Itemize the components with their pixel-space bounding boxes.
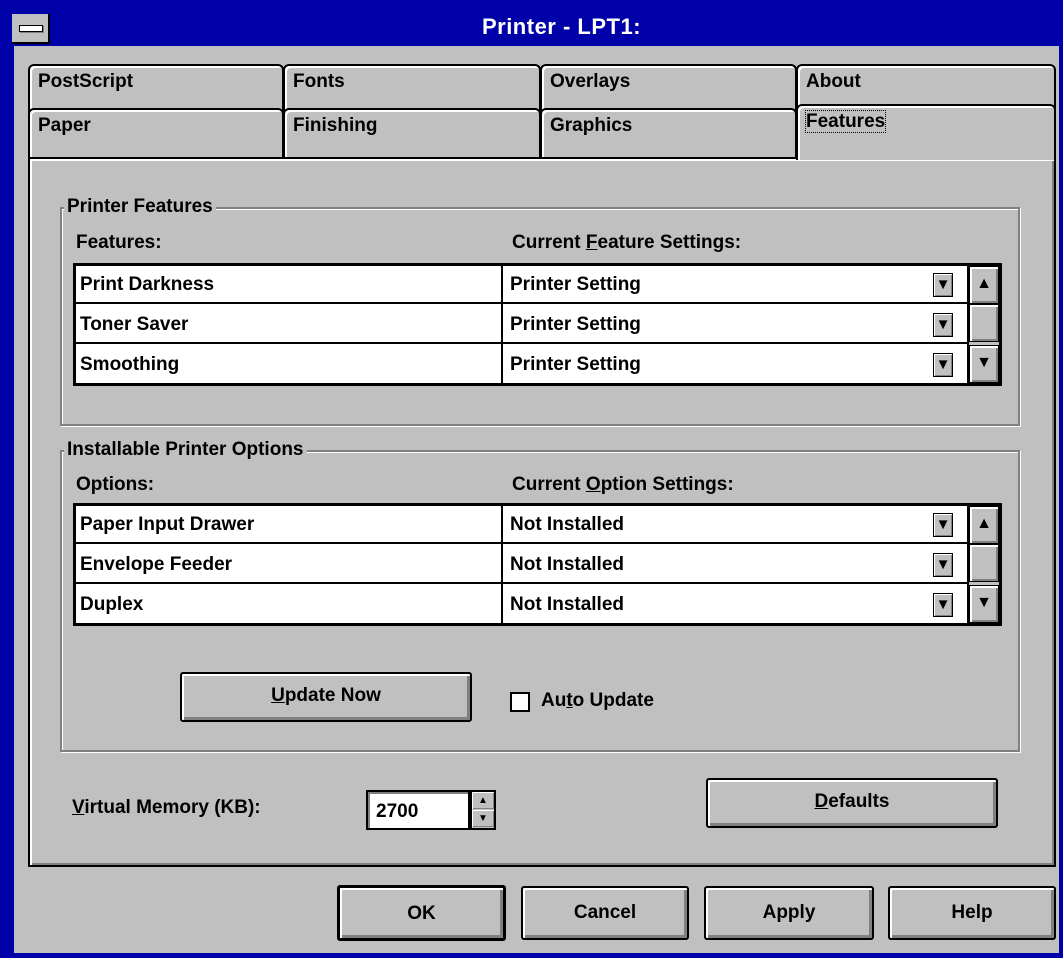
label-text: irtual Memory (KB):: [84, 797, 261, 818]
scroll-thumb[interactable]: [969, 304, 999, 342]
dropdown-arrow-icon[interactable]: ▼: [933, 513, 953, 537]
dropdown-arrow-icon[interactable]: ▼: [933, 353, 953, 377]
scroll-up-icon[interactable]: ▲: [969, 266, 999, 304]
table-row[interactable]: Print Darkness Printer Setting ▼: [76, 266, 967, 304]
tab-postscript[interactable]: PostScript: [28, 64, 284, 114]
tab-label: Finishing: [293, 115, 378, 136]
virtual-memory-value: 2700: [376, 801, 419, 822]
header-text: ption Settings:: [600, 474, 734, 495]
features-column-header: Features:: [76, 232, 162, 253]
scroll-down-icon[interactable]: ▼: [969, 345, 999, 383]
tab-features[interactable]: Features: [796, 104, 1056, 160]
feature-value: Printer Setting: [510, 354, 641, 375]
feature-settings-column-header: Current Feature Settings:: [512, 232, 741, 254]
auto-update-checkbox[interactable]: [510, 692, 530, 712]
defaults-button[interactable]: Defaults: [706, 778, 998, 828]
button-label: efaults: [828, 791, 890, 812]
table-row[interactable]: Paper Input Drawer Not Installed ▼: [76, 506, 967, 544]
scroll-up-icon[interactable]: ▲: [969, 506, 999, 544]
header-accelerator: O: [585, 474, 601, 495]
header-text: Current: [512, 474, 586, 495]
dropdown-arrow-icon[interactable]: ▼: [933, 313, 953, 337]
feature-value: Printer Setting: [510, 314, 641, 335]
tab-label: Overlays: [550, 71, 631, 92]
header-accelerator: F: [585, 232, 598, 253]
printer-features-group-label: Printer Features: [64, 196, 216, 218]
spin-up-icon[interactable]: ▲: [472, 792, 494, 809]
options-scrollbar[interactable]: ▲ ▼: [967, 506, 999, 623]
dropdown-arrow-icon[interactable]: ▼: [933, 273, 953, 297]
button-accelerator: U: [271, 685, 285, 706]
button-accelerator: D: [814, 791, 829, 812]
table-row[interactable]: Smoothing Printer Setting ▼: [76, 346, 967, 384]
feature-name: Print Darkness: [80, 274, 215, 295]
tab-label: PostScript: [38, 71, 134, 92]
options-grid: Paper Input Drawer Not Installed ▼ Envel…: [73, 503, 1002, 626]
virtual-memory-spinner[interactable]: ▲ ▼: [470, 790, 496, 830]
tab-label: Paper: [38, 115, 91, 136]
installable-options-group-label: Installable Printer Options: [64, 439, 307, 461]
features-grid: Print Darkness Printer Setting ▼ Toner S…: [73, 263, 1002, 386]
scroll-thumb[interactable]: [969, 544, 999, 582]
tab-label: Features: [804, 110, 887, 133]
ok-button[interactable]: OK: [337, 885, 506, 941]
option-settings-column-header: Current Option Settings:: [512, 474, 734, 496]
title-bar: Printer - LPT1:: [0, 0, 1063, 46]
tab-graphics[interactable]: Graphics: [540, 108, 797, 158]
system-menu-icon: [19, 25, 43, 32]
option-name: Duplex: [80, 594, 144, 615]
tab-finishing[interactable]: Finishing: [283, 108, 541, 158]
virtual-memory-label: Virtual Memory (KB):: [72, 797, 261, 819]
update-now-button[interactable]: Update Now: [180, 672, 472, 722]
tab-fonts[interactable]: Fonts: [283, 64, 541, 114]
table-row[interactable]: Duplex Not Installed ▼: [76, 586, 967, 624]
label-text: Au: [541, 690, 567, 711]
tab-label: Fonts: [293, 71, 345, 92]
tab-label: About: [806, 71, 861, 92]
features-scrollbar[interactable]: ▲ ▼: [967, 266, 999, 383]
option-name: Paper Input Drawer: [80, 514, 255, 535]
table-row[interactable]: Envelope Feeder Not Installed ▼: [76, 546, 967, 584]
header-text: eature Settings:: [597, 232, 742, 253]
option-value: Not Installed: [510, 594, 625, 615]
dropdown-arrow-icon[interactable]: ▼: [933, 593, 953, 617]
option-value: Not Installed: [510, 554, 625, 575]
label-accelerator: V: [72, 797, 85, 818]
options-column-header: Options:: [76, 474, 155, 495]
window-title: Printer - LPT1:: [481, 14, 642, 39]
auto-update-label[interactable]: Auto Update: [541, 690, 654, 712]
dropdown-arrow-icon[interactable]: ▼: [933, 553, 953, 577]
apply-button[interactable]: Apply: [704, 886, 874, 940]
virtual-memory-input[interactable]: 2700: [366, 790, 470, 830]
tab-label: Graphics: [550, 115, 633, 136]
table-row[interactable]: Toner Saver Printer Setting ▼: [76, 306, 967, 344]
option-value: Not Installed: [510, 514, 625, 535]
tab-overlays[interactable]: Overlays: [540, 64, 797, 114]
cancel-button[interactable]: Cancel: [521, 886, 689, 940]
feature-name: Smoothing: [80, 354, 180, 375]
system-menu-button[interactable]: [12, 14, 50, 44]
label-text: o Update: [572, 690, 654, 711]
button-label: pdate Now: [284, 685, 381, 706]
feature-value: Printer Setting: [510, 274, 641, 295]
feature-name: Toner Saver: [80, 314, 189, 335]
header-text: Current: [512, 232, 586, 253]
help-button[interactable]: Help: [888, 886, 1056, 940]
spin-down-icon[interactable]: ▼: [472, 810, 494, 827]
scroll-down-icon[interactable]: ▼: [969, 585, 999, 623]
option-name: Envelope Feeder: [80, 554, 233, 575]
tab-paper[interactable]: Paper: [28, 108, 284, 158]
